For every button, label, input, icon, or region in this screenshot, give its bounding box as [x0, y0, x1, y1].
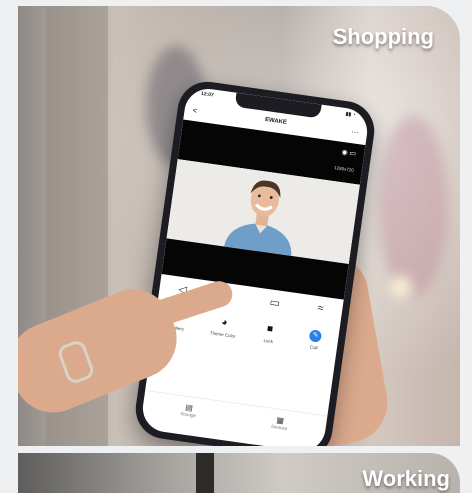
tab-label: Devices	[270, 423, 288, 431]
palette-icon: ◕	[220, 316, 229, 329]
signal-icon: ▮▮ ◔	[345, 111, 356, 119]
status-time: 12:07	[200, 90, 215, 99]
action-lock[interactable]: ■ Lock	[247, 321, 288, 366]
action-theme-color[interactable]: ◕ Theme Color	[202, 315, 243, 360]
expand-icon[interactable]: ≈	[317, 302, 325, 315]
action-label: Call	[309, 344, 318, 351]
phone-screen: 12:07 ▮▮ ◔ < EWAKE ··· ◉ ▭ 1280x720 ◁ ▭ …	[139, 85, 371, 446]
tab-storage[interactable]: ▤ Storage	[180, 402, 198, 418]
action-label: Theme Color	[209, 330, 236, 339]
background-post	[196, 453, 214, 493]
action-label: Lock	[263, 337, 274, 345]
more-button[interactable]: ···	[351, 127, 360, 137]
tab-label: Storage	[180, 411, 197, 419]
resolution-label: 1280x720	[333, 165, 355, 173]
background-lamp	[390, 276, 412, 298]
action-call[interactable]: ✎ Call	[293, 328, 334, 373]
card-title: Shopping	[332, 24, 434, 49]
lock-icon: ■	[266, 323, 274, 336]
call-icon: ✎	[308, 329, 323, 343]
record-icon[interactable]: ▭	[269, 295, 281, 309]
card-title: Working	[362, 466, 450, 491]
visibility-icon[interactable]: ◉ ▭	[341, 148, 357, 158]
tab-devices[interactable]: ▦ Devices	[271, 415, 289, 431]
shopping-photo-card: Shopping 12:07 ▮▮ ◔ < EWAKE ··· ◉ ▭ 1280…	[18, 6, 460, 446]
background-clothes-rack	[378, 116, 448, 296]
bottom-tab-bar: ▤ Storage ▦ Devices	[141, 389, 328, 443]
